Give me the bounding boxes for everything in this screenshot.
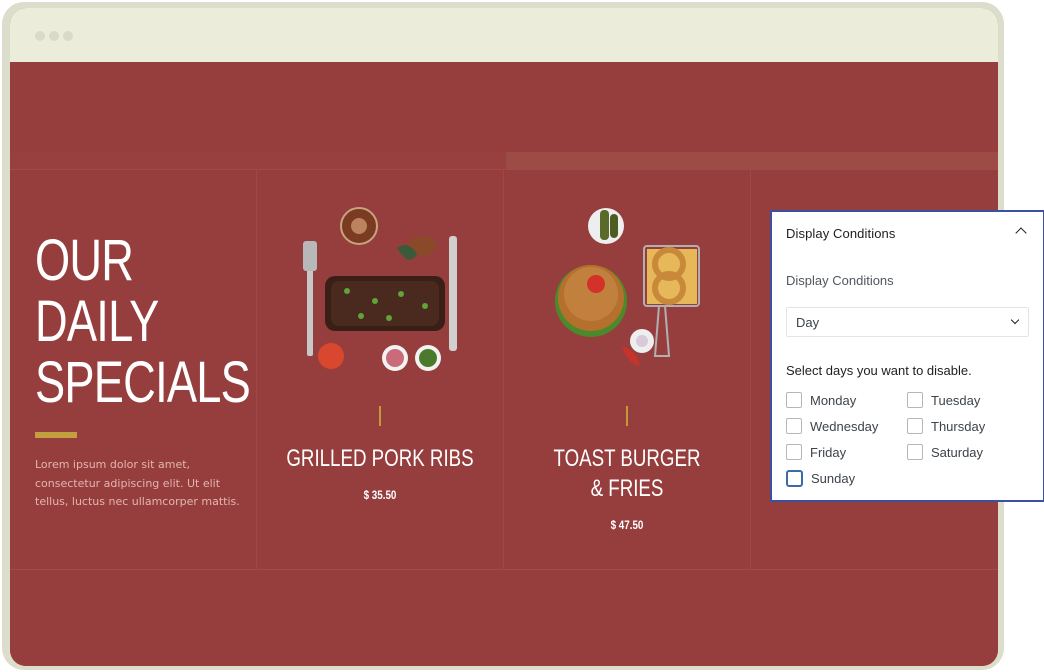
intro-column: OUR DAILY SPECIALS Lorem ipsum dolor sit…	[10, 170, 257, 569]
days-help-text: Select days you want to disable.	[786, 363, 972, 378]
chevron-down-icon	[1010, 315, 1020, 325]
display-conditions-panel: Display Conditions Display Conditions Da…	[770, 210, 1044, 502]
dish-accent-line	[626, 406, 628, 426]
day-checkbox-thursday[interactable]: Thursday	[907, 418, 985, 434]
day-label: Monday	[810, 392, 857, 408]
display-conditions-select[interactable]: Day	[786, 307, 1029, 337]
window-dot-icon[interactable]	[49, 31, 59, 41]
panel-title: Display Conditions	[786, 226, 896, 241]
dish-card[interactable]: GRILLED PORK RIBS $ 35.50	[257, 170, 504, 569]
day-label: Wednesday	[810, 418, 879, 434]
day-checkbox-friday[interactable]: Friday	[786, 444, 846, 460]
checkbox[interactable]	[907, 444, 923, 460]
day-checkbox-tuesday[interactable]: Tuesday	[907, 392, 980, 408]
dish-price: $ 47.50	[610, 518, 644, 532]
window-controls	[35, 31, 73, 41]
day-label: Thursday	[931, 418, 986, 434]
day-checkbox-sunday[interactable]: Sunday	[786, 470, 855, 487]
day-label: Friday	[810, 444, 847, 460]
window-dot-icon[interactable]	[63, 31, 73, 41]
section-divider-strip	[10, 152, 506, 170]
accent-divider	[35, 432, 77, 438]
checkbox[interactable]	[786, 418, 802, 434]
chevron-up-icon[interactable]	[1015, 227, 1027, 239]
checkbox[interactable]	[786, 470, 803, 487]
day-label: Tuesday	[931, 392, 981, 408]
day-checkbox-wednesday[interactable]: Wednesday	[786, 418, 878, 434]
section-highlight-strip	[506, 152, 998, 170]
checkbox[interactable]	[786, 392, 802, 408]
title-bar	[10, 8, 998, 62]
select-value: Day	[796, 315, 820, 330]
dish-price: $ 35.50	[363, 488, 397, 502]
day-label: Saturday	[931, 444, 984, 460]
day-checkbox-saturday[interactable]: Saturday	[907, 444, 983, 460]
window-dot-icon[interactable]	[35, 31, 45, 41]
dish-card[interactable]: TOAST BURGER & FRIES $ 47.50	[504, 170, 751, 569]
panel-header[interactable]: Display Conditions	[786, 225, 1029, 245]
dish-accent-line	[379, 406, 381, 426]
checkbox[interactable]	[907, 418, 923, 434]
dish-name: TOAST BURGER & FRIES	[553, 445, 701, 502]
intro-text: Lorem ipsum dolor sit amet, consectetur …	[35, 458, 240, 508]
checkbox[interactable]	[786, 444, 802, 460]
burger-and-fries-image	[555, 208, 700, 366]
day-label: Sunday	[811, 471, 856, 486]
display-conditions-label: Display Conditions	[786, 273, 894, 288]
day-checkbox-monday[interactable]: Monday	[786, 392, 856, 408]
dish-name: GRILLED PORK RIBS	[286, 445, 474, 472]
page-title: OUR DAILY SPECIALS	[35, 228, 251, 415]
checkbox[interactable]	[907, 392, 923, 408]
grilled-pork-ribs-image	[303, 207, 457, 371]
